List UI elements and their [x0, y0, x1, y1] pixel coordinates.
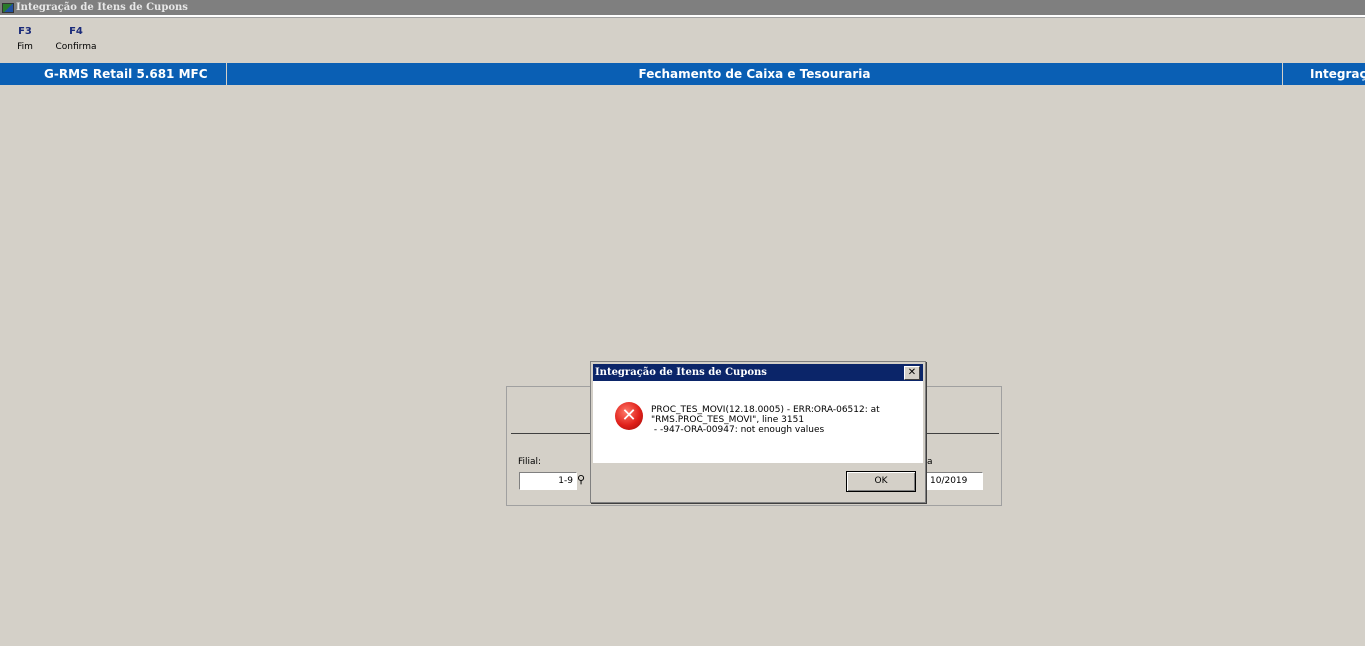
header-band: G-RMS Retail 5.681 MFC Fechamento de Cai…: [0, 63, 1365, 85]
data-label: a: [927, 457, 933, 467]
binoculars-icon[interactable]: ⚲: [577, 473, 585, 486]
f3-key: F3: [18, 26, 32, 37]
f4-confirma-button[interactable]: F4 Confirma: [52, 26, 100, 52]
close-button[interactable]: ✕: [904, 366, 920, 380]
error-message: PROC_TES_MOVI(12.18.0005) - ERR:ORA-0651…: [651, 405, 880, 435]
f3-label: Fim: [17, 42, 33, 52]
dialog-title-bar: Integração de Itens de Cupons ✕: [593, 364, 923, 381]
window-title: Integração de Itens de Cupons: [16, 2, 188, 13]
ok-button[interactable]: OK: [846, 471, 916, 492]
f3-fim-button[interactable]: F3 Fim: [14, 26, 36, 52]
screen-name: Integraç: [1310, 67, 1365, 81]
error-icon: ✕: [615, 402, 643, 430]
filial-input[interactable]: 1-9: [519, 472, 577, 490]
error-dialog: Integração de Itens de Cupons ✕ ✕ PROC_T…: [590, 361, 926, 503]
band-divider: [1282, 63, 1283, 85]
dialog-body: ✕ PROC_TES_MOVI(12.18.0005) - ERR:ORA-06…: [593, 381, 923, 463]
product-name: G-RMS Retail 5.681 MFC: [44, 67, 208, 81]
f4-label: Confirma: [55, 42, 97, 52]
filial-label: Filial:: [518, 457, 542, 467]
dialog-title: Integração de Itens de Cupons: [595, 367, 767, 378]
app-icon: [2, 2, 14, 13]
f4-key: F4: [69, 26, 83, 37]
data-input[interactable]: 10/2019: [926, 472, 983, 490]
title-separator: [0, 15, 1365, 18]
window-title-bar: Integração de Itens de Cupons: [0, 0, 1365, 15]
module-name: Fechamento de Caixa e Tesouraria: [638, 67, 871, 81]
